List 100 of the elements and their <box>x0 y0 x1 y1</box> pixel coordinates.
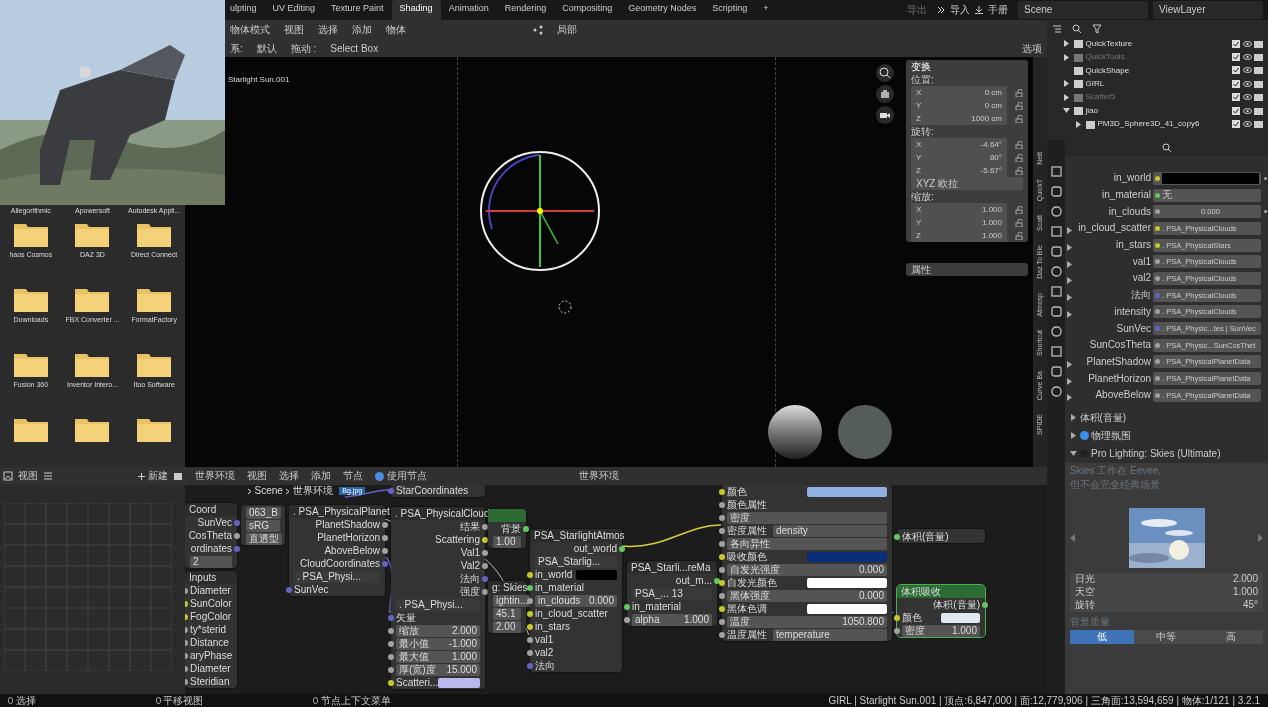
socket-dot[interactable] <box>388 679 394 686</box>
node-field[interactable]: 缩放 2.000 <box>396 624 480 637</box>
socket-dot[interactable] <box>527 649 533 656</box>
color-swatch[interactable] <box>807 603 887 614</box>
menu-item[interactable]: 视图 <box>17 470 38 482</box>
outliner-item[interactable]: jiao <box>1085 105 1098 116</box>
workspace-tab[interactable]: Animation <box>440 0 497 20</box>
color-swatch[interactable] <box>807 577 887 588</box>
node-card[interactable]: 063_B sRG 直透型 <box>241 505 285 545</box>
node-card[interactable]: PSA_StarlightAtmos out_world PSA_Starlig... in_world in_material in_clouds 0.000 in_cloud_scatter in_stars val1 val2 法向 <box>530 529 622 672</box>
eye-icon[interactable] <box>1242 106 1252 115</box>
rotation-mode-dropdown[interactable]: XYZ 欧拉 <box>911 177 1023 190</box>
node-field[interactable]: 1.00 <box>493 535 521 548</box>
color-swatch[interactable] <box>438 677 480 688</box>
outliner-item[interactable]: QuickTexture <box>1085 38 1133 49</box>
expand-arrow-icon[interactable] <box>1070 414 1077 422</box>
quality-option[interactable]: 低 <box>1070 630 1135 645</box>
socket-dot[interactable] <box>388 614 394 621</box>
eye-icon[interactable] <box>1242 79 1252 88</box>
lock-icon[interactable] <box>1015 140 1023 149</box>
outliner-item[interactable]: QuickShape <box>1085 65 1130 76</box>
color-swatch[interactable] <box>807 551 887 562</box>
lock-icon[interactable] <box>1015 88 1023 97</box>
field-value[interactable]: 无 <box>1162 189 1172 202</box>
socket-dot[interactable] <box>388 666 394 673</box>
outliner-item[interactable]: GIRL <box>1085 79 1105 89</box>
node-field[interactable]: 黑体强度 0.000 <box>727 589 887 602</box>
socket-dot[interactable] <box>482 588 488 595</box>
node-field[interactable]: temperature <box>773 628 887 641</box>
lock-icon[interactable] <box>1015 218 1023 227</box>
workspace-tab[interactable]: ulpting <box>222 0 265 20</box>
socket-dot[interactable] <box>382 547 388 554</box>
node-field[interactable]: 厚(宽)度 15.000 <box>396 663 480 676</box>
menu-item[interactable]: 世界环境 <box>195 470 235 482</box>
quality-option[interactable]: 中等 <box>1134 630 1199 645</box>
node-field[interactable]: 各向异性 <box>727 537 887 550</box>
expand-arrow-icon[interactable] <box>1070 450 1077 458</box>
parameter-field[interactable]: 旋转 45° <box>1070 598 1263 612</box>
color-swatch[interactable] <box>1162 172 1259 184</box>
socket-dot[interactable] <box>719 631 725 638</box>
checkbox-icon[interactable] <box>1232 93 1240 102</box>
workspace-tab[interactable]: Geometry Nodes <box>620 0 705 20</box>
export-button[interactable]: 导出 <box>902 4 932 16</box>
socket-dot[interactable] <box>482 536 488 543</box>
import-button[interactable]: 导入 <box>950 4 970 16</box>
socket-dot[interactable] <box>388 640 394 647</box>
menu-item[interactable]: 节点 <box>343 470 363 482</box>
quality-option[interactable]: 高 <box>1198 630 1263 645</box>
workspace-tab[interactable]: Shading <box>391 0 441 20</box>
expand-arrow-icon[interactable] <box>1063 40 1070 48</box>
panel-title[interactable]: 变换 <box>911 60 931 73</box>
socket-dot[interactable] <box>388 487 394 494</box>
socket-dot[interactable] <box>527 610 533 617</box>
socket-dot[interactable] <box>286 586 292 593</box>
image-icon[interactable] <box>2 471 13 481</box>
menu-item[interactable]: 选择 <box>279 470 299 482</box>
node-field[interactable]: 2 <box>190 555 232 568</box>
expand-arrow-icon[interactable] <box>1066 310 1073 318</box>
checkbox-icon[interactable] <box>1232 39 1240 48</box>
menu-item[interactable]: 添加 <box>311 470 331 482</box>
eye-icon[interactable] <box>1242 120 1252 129</box>
socket-dot[interactable] <box>719 566 725 573</box>
expand-arrow-icon[interactable] <box>1063 93 1070 101</box>
expand-arrow-icon[interactable] <box>1075 120 1082 128</box>
workspace-tab[interactable]: + <box>755 0 777 20</box>
section-title[interactable]: Pro Lighting: Skies (Ultimate) <box>1091 447 1221 460</box>
node-card[interactable]: 体积吸收 体积(音量) 颜色 密度 1.000 <box>897 585 985 637</box>
menu-item[interactable]: 物体 <box>386 24 406 36</box>
socket-dot[interactable] <box>527 597 533 604</box>
socket-dot[interactable] <box>527 571 533 578</box>
orientation-dropdown[interactable]: 默认 <box>256 42 277 55</box>
node-card[interactable]: StarCoordinates <box>391 485 485 497</box>
expand-arrow-icon[interactable] <box>1066 260 1073 268</box>
menu-icon[interactable] <box>42 471 53 481</box>
node-card[interactable]: 体积(音量) <box>897 529 985 543</box>
checkbox-icon[interactable] <box>1232 120 1240 129</box>
menu-item[interactable]: 添加 <box>352 24 372 36</box>
eye-icon[interactable] <box>1242 39 1252 48</box>
mode-dropdown[interactable]: 物体模式 <box>230 24 270 36</box>
breadcrumb-item[interactable]: Scene <box>254 485 283 497</box>
node-field[interactable]: 2.00 <box>493 620 521 633</box>
node-field[interactable]: 自发光强度 0.000 <box>727 563 887 576</box>
keyframe-dot[interactable] <box>1263 176 1267 180</box>
node-field[interactable]: PSA_... 13 <box>632 587 712 600</box>
left-arrow-icon[interactable] <box>1070 534 1076 543</box>
socket-dot[interactable] <box>719 488 725 495</box>
use-nodes-checkbox[interactable] <box>375 471 384 481</box>
expand-arrow-icon[interactable] <box>1066 227 1073 235</box>
section-title[interactable]: 物理氛围 <box>1091 429 1131 442</box>
view-layer-selector[interactable]: ViewLayer <box>1153 1 1263 19</box>
checkbox-icon[interactable] <box>1232 66 1240 75</box>
socket-dot[interactable] <box>234 519 240 526</box>
lock-icon[interactable] <box>1015 114 1023 123</box>
socket-dot[interactable] <box>894 614 900 621</box>
manual-button[interactable]: 手册 <box>988 4 1008 16</box>
filter-icon[interactable] <box>1092 23 1102 34</box>
color-swatch[interactable] <box>941 612 980 623</box>
expand-arrow-icon[interactable] <box>1066 277 1073 285</box>
node-field[interactable]: 密度 1.000 <box>902 624 980 637</box>
socket-dot[interactable] <box>719 514 725 521</box>
